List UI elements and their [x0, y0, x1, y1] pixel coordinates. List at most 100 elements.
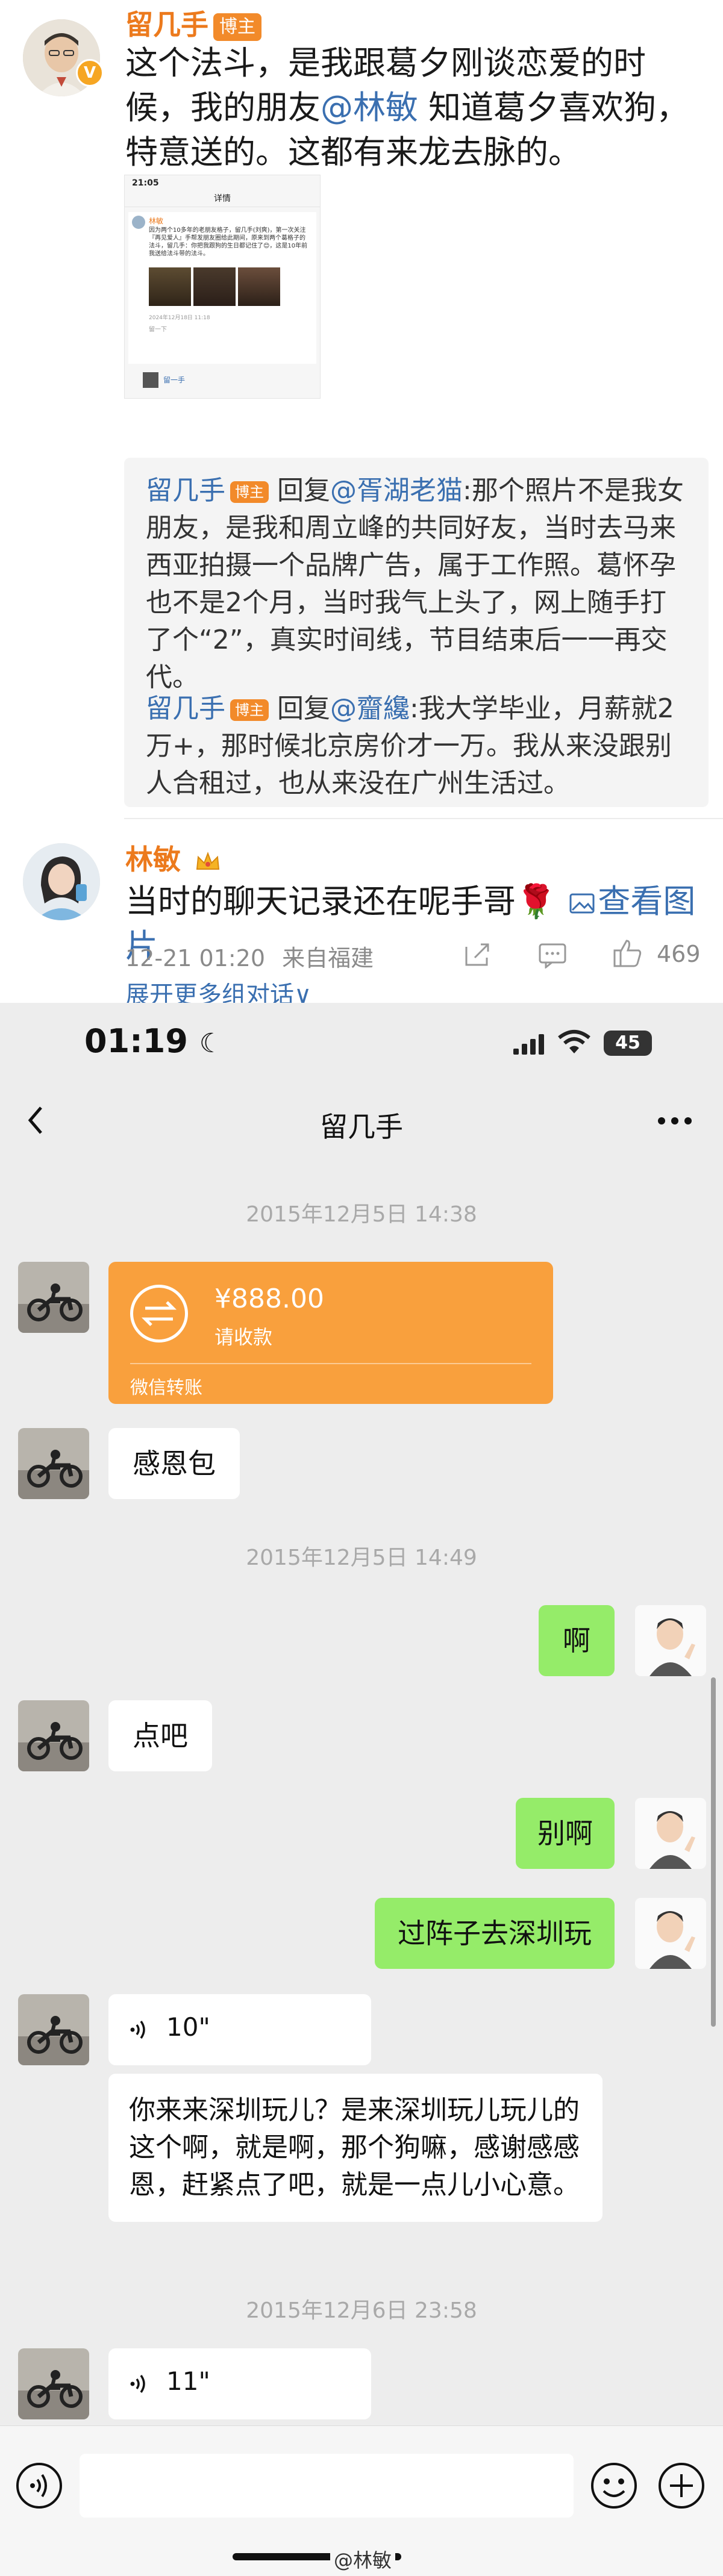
comment-location: 来自福建 — [282, 945, 374, 971]
emoji-icon[interactable] — [589, 2461, 639, 2510]
my-avatar-2[interactable] — [635, 1798, 706, 1869]
message-input[interactable] — [80, 2454, 574, 2518]
bubble-thanks[interactable]: 感恩包 — [108, 1428, 240, 1499]
watermark: @林敏 — [330, 2545, 396, 2573]
bubble-ah-text: 啊 — [563, 1624, 590, 1657]
blogger-badge: 博主 — [213, 13, 261, 41]
transfer-divider — [130, 1363, 531, 1364]
bubble-bie-text: 别啊 — [537, 1817, 593, 1850]
sender-avatar-5[interactable] — [18, 2348, 89, 2419]
reply-2-target[interactable]: @齏纔 — [330, 693, 410, 724]
image-navbar: 详情 — [125, 191, 320, 207]
bubble-bie[interactable]: 别啊 — [516, 1798, 615, 1869]
voice-duration-1: 10" — [166, 2012, 210, 2042]
timestamp-1: 2015年12月5日 14:38 — [246, 1202, 477, 1227]
photo-2 — [193, 267, 236, 306]
chat-section: 01:19 ☾ 45 留几手 2015年12月5日 14:38 ¥888.00 … — [0, 1003, 723, 2576]
sender-avatar-1[interactable] — [18, 1262, 89, 1333]
status-bar: 01:19 ☾ 45 — [0, 1003, 723, 1081]
transfer-label: 微信转账 — [130, 1377, 202, 1399]
voice-duration-2: 11" — [166, 2366, 210, 2396]
plus-icon[interactable] — [657, 2461, 706, 2510]
reply-2-word: 回复 — [269, 693, 330, 724]
post-author-name[interactable]: 留几手 — [125, 8, 208, 41]
moon-icon: ☾ — [199, 1028, 224, 1059]
reply-1[interactable]: 留几手 博主 回复@胥湖老猫:那个照片不是我女朋友，是我和周立峰的共同好友，当时去… — [146, 472, 688, 696]
sender-avatar-4[interactable] — [18, 1994, 89, 2065]
image-text: 因为两个10多年的老朋友格子，留几手(刘爽)，第一次关注『再见爱人』手帮发朋友圈… — [149, 227, 308, 257]
commenter-line: 林敏 — [125, 838, 221, 881]
image-card: 林敏 因为两个10多年的老朋友格子，留几手(刘爽)，第一次关注『再见爱人』手帮发… — [128, 212, 316, 364]
voice-input-icon[interactable] — [14, 2461, 64, 2510]
image-photos — [149, 267, 293, 306]
voice-transcript-1: 你来来深圳玩儿？是来深圳玩儿玩儿的这个啊，就是啊，那个狗嘛，感谢感感恩，赶紧点了… — [108, 2074, 602, 2222]
comment-icon[interactable] — [537, 941, 568, 968]
reply-1-badge: 博主 — [230, 481, 269, 503]
bubble-dianba-text: 点吧 — [133, 1720, 188, 1752]
sender-avatar-2[interactable] — [18, 1428, 89, 1499]
transfer-card[interactable]: ¥888.00 请收款 微信转账 — [108, 1262, 553, 1404]
timestamp-2: 2015年12月5日 14:49 — [246, 1545, 477, 1570]
status-time-text: 01:19 — [84, 1022, 188, 1060]
voice-wave-icon — [130, 2374, 145, 2394]
comment-meta: 12-21 01:20 来自福建 — [125, 940, 374, 973]
chat-navbar: 留几手 — [0, 1081, 723, 1159]
divider — [124, 818, 723, 819]
commenter-avatar[interactable] — [23, 843, 100, 920]
input-bar: @林敏 — [0, 2425, 723, 2576]
reply-1-user[interactable]: 留几手 — [146, 475, 225, 506]
voice-wave-icon — [130, 2020, 145, 2039]
scrollbar[interactable] — [711, 1677, 716, 2027]
chat-title: 留几手 — [320, 1111, 403, 1143]
bubble-thanks-text: 感恩包 — [133, 1447, 216, 1480]
post-author-line: 留几手 博主 — [125, 4, 261, 46]
post-body: 这个法斗，是我跟葛夕刚谈恋爱的时候，我的朋友@林敏 知道葛夕喜欢狗，特意送的。这… — [125, 41, 704, 175]
wifi-icon — [558, 1030, 590, 1053]
voice-bubble-2[interactable]: 11" — [108, 2348, 371, 2419]
image-time: 21:05 — [132, 178, 159, 188]
reply-1-text: :那个照片不是我女朋友，是我和周立峰的共同好友，当时去马来西亚拍摄一个品牌广告，… — [146, 475, 684, 693]
voice-transcript-1-text: 你来来深圳玩儿？是来深圳玩儿玩儿的这个啊，就是啊，那个狗嘛，感谢感感恩，赶紧点了… — [129, 2095, 580, 2200]
expand-more[interactable]: 展开更多组对话∨ — [125, 983, 311, 1003]
like-icon[interactable] — [612, 937, 643, 968]
sender-avatar-3[interactable] — [18, 1700, 89, 1771]
transfer-icon — [130, 1285, 188, 1343]
reply-2[interactable]: 留几手 博主 回复@齏纔:我大学毕业，月薪就2万+，那时候北京房价才一万。我从来没… — [146, 690, 688, 802]
reply-2-badge: 博主 — [230, 699, 269, 721]
signal-icon — [513, 1034, 544, 1055]
reply-1-target[interactable]: @胥湖老猫 — [330, 475, 463, 506]
post-image[interactable]: 21:05 详情 林敏 因为两个10多年的老朋友格子，留几手(刘爽)，第一次关注… — [124, 175, 321, 399]
comment-time: 12-21 01:20 — [125, 945, 266, 971]
bubble-ah[interactable]: 啊 — [539, 1605, 615, 1676]
image-hint: 留一下 — [149, 326, 167, 333]
comment-text: 当时的聊天记录还在呢手哥🌹 — [125, 882, 557, 920]
image-date: 2024年12月18日 11:18 — [149, 315, 210, 321]
image-title: 详情 — [214, 194, 231, 204]
image-avatar — [132, 216, 145, 229]
reply-2-user[interactable]: 留几手 — [146, 693, 225, 724]
image-author: 林敏 — [149, 217, 164, 225]
image-reply-user: 留一手 — [163, 376, 186, 384]
status-time: 01:19 ☾ — [84, 1022, 223, 1060]
verified-badge-icon: V — [76, 59, 104, 87]
commenter-name[interactable]: 林敏 — [125, 843, 181, 876]
battery-icon: 45 — [604, 1031, 652, 1056]
timestamp-3: 2015年12月6日 23:58 — [246, 2298, 477, 2323]
replies-box: 留几手 博主 回复@胥湖老猫:那个照片不是我女朋友，是我和周立峰的共同好友，当时去… — [124, 458, 709, 807]
photo-1 — [149, 267, 191, 306]
weibo-section: V 留几手 博主 这个法斗，是我跟葛夕刚谈恋爱的时候，我的朋友@林敏 知道葛夕喜欢… — [0, 0, 723, 1003]
post-mention[interactable]: @林敏 — [321, 89, 418, 126]
transfer-status: 请收款 — [214, 1326, 273, 1349]
bubble-dianba[interactable]: 点吧 — [108, 1700, 212, 1771]
photo-3 — [238, 267, 280, 306]
image-icon — [569, 893, 595, 914]
bubble-shenzhen[interactable]: 过阵子去深圳玩 — [375, 1898, 615, 1969]
voice-bubble-1[interactable]: 10" — [108, 1994, 371, 2065]
share-icon[interactable] — [463, 941, 493, 968]
my-avatar-1[interactable] — [635, 1605, 706, 1676]
image-statusbar: 21:05 — [125, 175, 320, 191]
bubble-shenzhen-text: 过阵子去深圳玩 — [398, 1917, 592, 1950]
crown-icon — [196, 851, 219, 870]
my-avatar-3[interactable] — [635, 1898, 706, 1969]
more-icon[interactable] — [657, 1115, 693, 1127]
